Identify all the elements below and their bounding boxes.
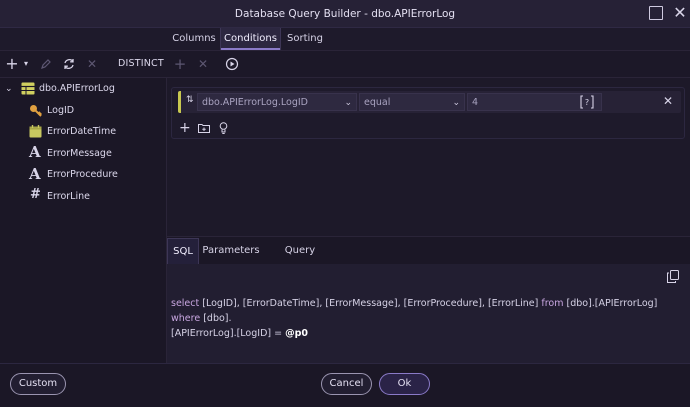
add-icon[interactable]: + (4, 54, 20, 74)
sql-columns: [LogID], [ErrorDateTime], [ErrorMessage]… (202, 298, 539, 309)
distinct-toggle[interactable]: DISTINCT (118, 54, 164, 74)
tree-table-node[interactable]: dbo.APIErrorLog (39, 78, 115, 100)
tab-sorting[interactable]: Sorting (282, 28, 328, 50)
chevron-down-icon[interactable]: ▾ (21, 54, 31, 74)
text-type-icon: A (29, 143, 41, 161)
tab-query-results[interactable]: Query Results (266, 238, 334, 282)
toolbar (0, 50, 690, 78)
tabs-bar (0, 28, 690, 50)
calendar-icon (29, 125, 42, 141)
condition-field-value: dbo.APIErrorLog.LogID (202, 97, 308, 108)
key-icon (29, 104, 43, 121)
table-icon (21, 82, 35, 98)
tree-column-errorline[interactable]: ErrorLine (47, 186, 90, 208)
svg-text:?: ? (585, 98, 589, 107)
add-condition-icon[interactable]: + (179, 121, 191, 135)
custom-button[interactable]: Custom (10, 373, 66, 395)
condition-field-select[interactable]: dbo.APIErrorLog.LogID ⌄ (197, 93, 357, 111)
tree-column-errormessage[interactable]: ErrorMessage (47, 143, 112, 165)
chevron-down-icon: ⌄ (452, 98, 460, 108)
tree-column-errordatetime[interactable]: ErrorDateTime (47, 121, 116, 143)
sql-select-keyword: select (171, 298, 200, 309)
edit-icon[interactable] (38, 54, 54, 74)
sql-condition-rest: [APIErrorLog].[LogID] = (171, 328, 283, 339)
chevron-down-icon[interactable]: ⌄ (5, 84, 15, 94)
copy-icon[interactable] (667, 270, 679, 286)
close-button[interactable]: ✕ (672, 3, 688, 23)
window-title: Database Query Builder - dbo.APIErrorLog (234, 8, 456, 20)
tab-columns[interactable]: Columns (168, 28, 220, 50)
hash-icon: # (30, 187, 41, 202)
tab-sql[interactable]: SQL (167, 238, 199, 264)
condition-value-text: 4 (472, 97, 479, 108)
sql-table: [dbo].[APIErrorLog] (566, 298, 658, 309)
refresh-icon[interactable] (60, 54, 78, 74)
tab-parameters[interactable]: Parameters (201, 238, 261, 264)
sql-condition-start: [dbo]. (203, 313, 232, 324)
ok-button[interactable]: Ok (379, 373, 430, 395)
condition-operator-value: equal (364, 97, 391, 108)
tree-column-logid[interactable]: LogID (47, 100, 74, 122)
parameter-picker-icon[interactable]: ? (580, 94, 594, 110)
sort-arrows-icon[interactable]: ⇅ (186, 95, 194, 105)
maximize-button[interactable] (649, 6, 663, 20)
cancel-button[interactable]: Cancel (321, 373, 372, 395)
chevron-down-icon: ⌄ (344, 98, 352, 108)
tree-column-errorprocedure[interactable]: ErrorProcedure (47, 164, 118, 186)
run-query-icon[interactable] (224, 54, 240, 74)
tab-conditions[interactable]: Conditions (220, 28, 281, 50)
sql-parameter: @p0 (285, 328, 309, 339)
remove-condition-icon[interactable]: ✕ (195, 54, 211, 74)
bulb-icon[interactable] (219, 122, 228, 137)
delete-icon[interactable]: ✕ (84, 54, 100, 74)
sql-where-keyword: where (171, 313, 201, 324)
remove-condition-row-icon[interactable]: ✕ (663, 94, 675, 108)
add-condition-icon[interactable]: + (172, 54, 188, 74)
text-type-icon: A (29, 165, 41, 183)
sql-from-keyword: from (541, 298, 564, 309)
sql-preview: select [LogID], [ErrorDateTime], [ErrorM… (171, 296, 671, 341)
condition-operator-select[interactable]: equal ⌄ (359, 93, 465, 111)
add-group-icon[interactable] (198, 123, 210, 136)
